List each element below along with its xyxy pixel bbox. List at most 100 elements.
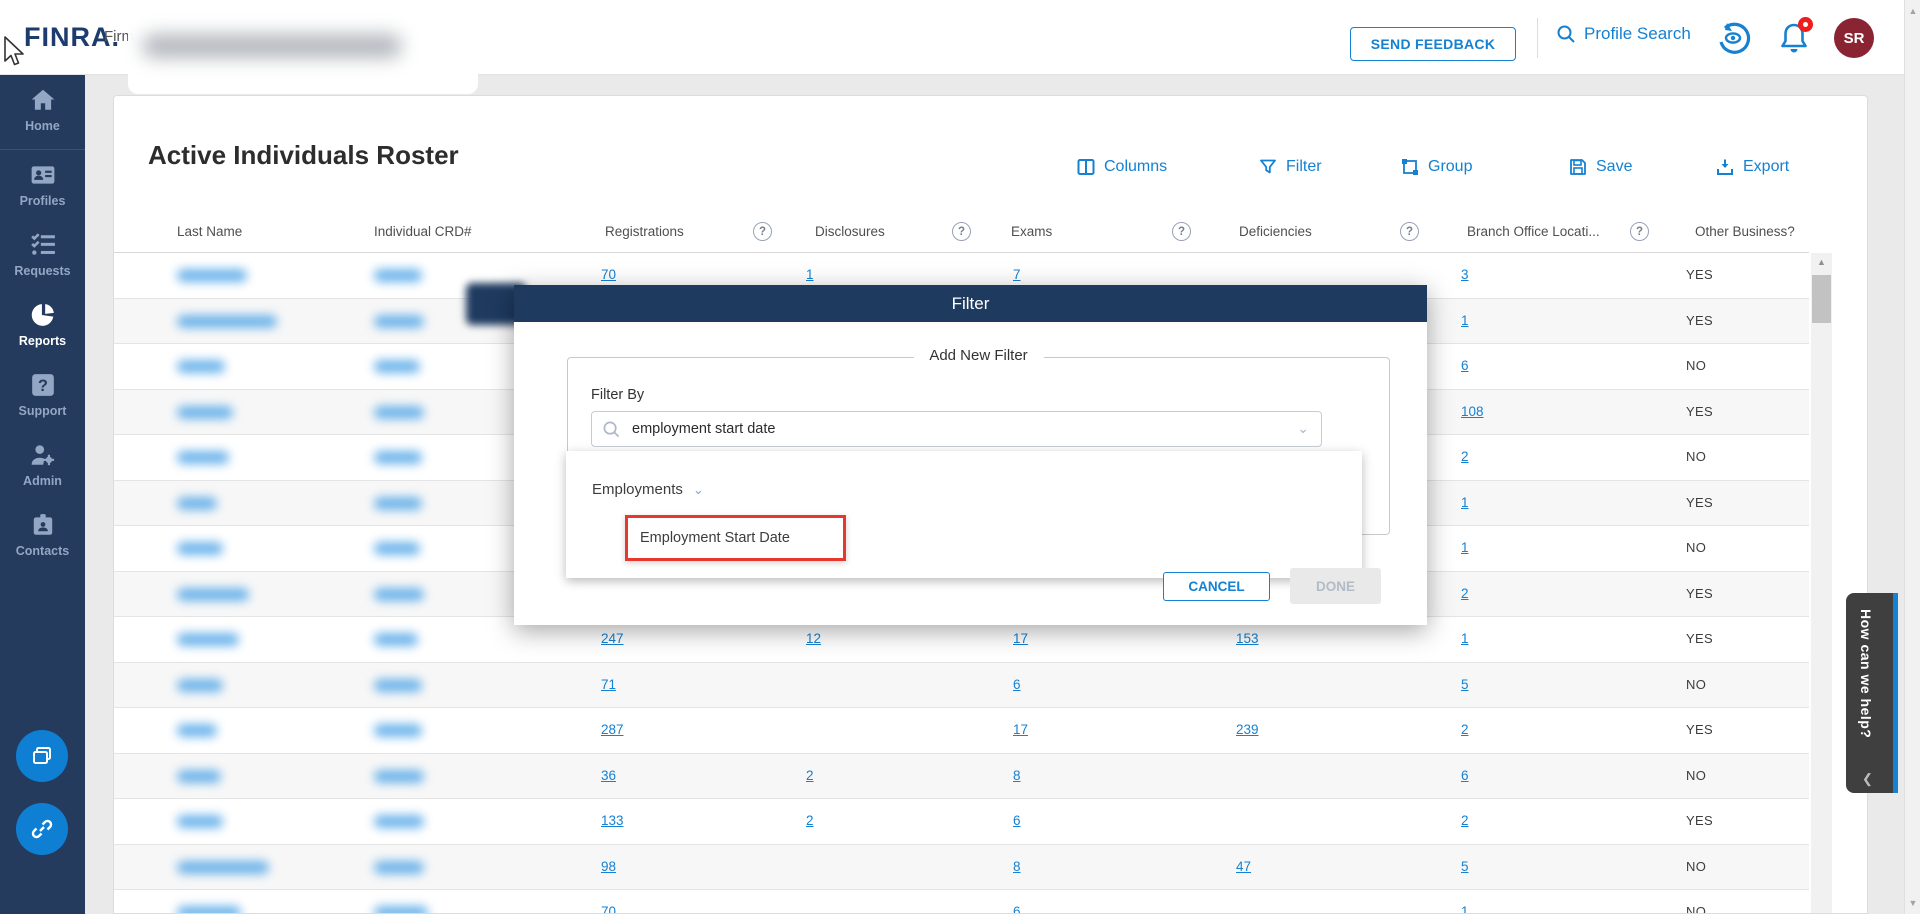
branch-offices-link[interactable]: 1 xyxy=(1461,631,1469,646)
branch-offices-link[interactable]: 6 xyxy=(1461,768,1469,783)
group-button[interactable]: Group xyxy=(1401,158,1472,176)
deficiencies-link[interactable]: 47 xyxy=(1236,859,1251,874)
column-header-deficiencies[interactable]: Deficiencies xyxy=(1239,224,1312,239)
last-name-link-redacted[interactable] xyxy=(177,906,241,913)
sidebar-item-requests[interactable]: Requests xyxy=(0,220,85,290)
link-shortcut-button[interactable] xyxy=(16,803,68,855)
filter-button[interactable]: Filter xyxy=(1259,158,1322,176)
branch-offices-link[interactable]: 2 xyxy=(1461,449,1469,464)
column-header-other-business[interactable]: Other Business? xyxy=(1695,224,1795,239)
last-name-link-redacted[interactable] xyxy=(177,678,223,692)
crd-number-link-redacted[interactable] xyxy=(374,860,424,874)
last-name-link-redacted[interactable] xyxy=(177,860,269,874)
column-header-last-name[interactable]: Last Name xyxy=(177,224,242,239)
user-avatar[interactable]: SR xyxy=(1834,18,1874,58)
column-header-exams[interactable]: Exams xyxy=(1011,224,1052,239)
branch-offices-link[interactable]: 5 xyxy=(1461,859,1469,874)
last-name-link-redacted[interactable] xyxy=(177,314,277,328)
branch-offices-link[interactable]: 108 xyxy=(1461,404,1484,419)
registrations-link[interactable]: 70 xyxy=(601,267,616,282)
deficiencies-link[interactable]: 239 xyxy=(1236,722,1259,737)
save-button[interactable]: Save xyxy=(1569,158,1632,176)
crd-number-link-redacted[interactable] xyxy=(374,314,424,328)
crd-number-link-redacted[interactable] xyxy=(374,769,424,783)
last-name-link-redacted[interactable] xyxy=(177,496,217,510)
crd-number-link-redacted[interactable] xyxy=(374,496,422,510)
crd-number-link-redacted[interactable] xyxy=(374,360,420,373)
crd-number-link-redacted[interactable] xyxy=(374,405,424,419)
registrations-link[interactable]: 287 xyxy=(601,722,624,737)
help-icon[interactable]: ? xyxy=(1172,222,1191,241)
page-scroll-up-arrow[interactable]: ▲ xyxy=(1905,6,1920,16)
last-name-link-redacted[interactable] xyxy=(177,633,239,646)
last-name-link-redacted[interactable] xyxy=(177,815,223,828)
sidebar-item-admin[interactable]: Admin xyxy=(0,430,85,500)
branch-offices-link[interactable]: 5 xyxy=(1461,677,1469,692)
last-name-link-redacted[interactable] xyxy=(177,269,247,282)
crd-number-link-redacted[interactable] xyxy=(374,542,420,555)
employments-group-header[interactable]: Employments ⌄ xyxy=(592,481,704,498)
column-header-registrations[interactable]: Registrations xyxy=(605,224,684,239)
exams-link[interactable]: 8 xyxy=(1013,768,1021,783)
crd-number-link-redacted[interactable] xyxy=(374,724,422,737)
notifications-bell-icon[interactable] xyxy=(1776,17,1813,56)
table-scrollbar[interactable]: ▲ xyxy=(1811,253,1832,913)
windows-shortcut-button[interactable] xyxy=(16,730,68,782)
registrations-link[interactable]: 133 xyxy=(601,813,624,828)
recently-viewed-icon[interactable] xyxy=(1715,20,1751,56)
last-name-link-redacted[interactable] xyxy=(177,451,229,464)
exams-link[interactable]: 8 xyxy=(1013,859,1021,874)
last-name-link-redacted[interactable] xyxy=(177,724,217,737)
disclosures-link[interactable]: 12 xyxy=(806,631,821,646)
column-header-individual-crd[interactable]: Individual CRD# xyxy=(374,224,472,239)
branch-offices-link[interactable]: 1 xyxy=(1461,313,1469,328)
branch-offices-link[interactable]: 1 xyxy=(1461,540,1469,555)
crd-number-link-redacted[interactable] xyxy=(374,587,424,601)
column-header-branch-office-locati[interactable]: Branch Office Locati... xyxy=(1467,224,1600,239)
exams-link[interactable]: 6 xyxy=(1013,677,1021,692)
branch-offices-link[interactable]: 2 xyxy=(1461,722,1469,737)
registrations-link[interactable]: 36 xyxy=(601,768,616,783)
cancel-button[interactable]: CANCEL xyxy=(1163,572,1270,601)
registrations-link[interactable]: 98 xyxy=(601,859,616,874)
last-name-link-redacted[interactable] xyxy=(177,587,249,601)
sidebar-item-support[interactable]: ? Support xyxy=(0,360,85,430)
branch-offices-link[interactable]: 2 xyxy=(1461,586,1469,601)
exams-link[interactable]: 17 xyxy=(1013,631,1028,646)
branch-offices-link[interactable]: 2 xyxy=(1461,813,1469,828)
last-name-link-redacted[interactable] xyxy=(177,405,233,419)
branch-offices-link[interactable]: 6 xyxy=(1461,358,1469,373)
exams-link[interactable]: 6 xyxy=(1013,813,1021,828)
help-icon[interactable]: ? xyxy=(753,222,772,241)
send-feedback-button[interactable]: SEND FEEDBACK xyxy=(1350,27,1516,61)
crd-number-link-redacted[interactable] xyxy=(374,678,422,692)
crd-number-link-redacted[interactable] xyxy=(374,906,428,913)
chevron-down-icon[interactable]: ⌄ xyxy=(1297,420,1309,437)
disclosures-link[interactable]: 2 xyxy=(806,768,814,783)
exams-link[interactable]: 17 xyxy=(1013,722,1028,737)
exams-link[interactable]: 7 xyxy=(1013,267,1021,282)
export-button[interactable]: Export xyxy=(1716,158,1789,176)
sidebar-item-contacts[interactable]: Contacts xyxy=(0,500,85,570)
branch-offices-link[interactable]: 1 xyxy=(1461,495,1469,510)
branch-offices-link[interactable]: 3 xyxy=(1461,267,1469,282)
crd-number-link-redacted[interactable] xyxy=(374,815,424,828)
last-name-link-redacted[interactable] xyxy=(177,769,221,783)
disclosures-link[interactable]: 1 xyxy=(806,267,814,282)
exams-link[interactable]: 6 xyxy=(1013,904,1021,913)
crd-number-link-redacted[interactable] xyxy=(374,633,418,646)
help-icon[interactable]: ? xyxy=(952,222,971,241)
help-icon[interactable]: ? xyxy=(1400,222,1419,241)
filter-search-input[interactable]: employment start date ⌄ xyxy=(591,411,1322,447)
table-scroll-up-arrow[interactable]: ▲ xyxy=(1811,257,1832,267)
branch-offices-link[interactable]: 1 xyxy=(1461,904,1469,913)
columns-button[interactable]: Columns xyxy=(1077,158,1167,176)
last-name-link-redacted[interactable] xyxy=(177,542,223,555)
page-scrollbar[interactable]: ▲ ▼ xyxy=(1904,0,1920,914)
registrations-link[interactable]: 70 xyxy=(601,904,616,913)
disclosures-link[interactable]: 2 xyxy=(806,813,814,828)
employment-start-date-option[interactable]: Employment Start Date xyxy=(625,515,846,561)
sidebar-item-reports[interactable]: Reports xyxy=(0,290,85,360)
help-icon[interactable]: ? xyxy=(1630,222,1649,241)
crd-number-link-redacted[interactable] xyxy=(374,269,422,282)
